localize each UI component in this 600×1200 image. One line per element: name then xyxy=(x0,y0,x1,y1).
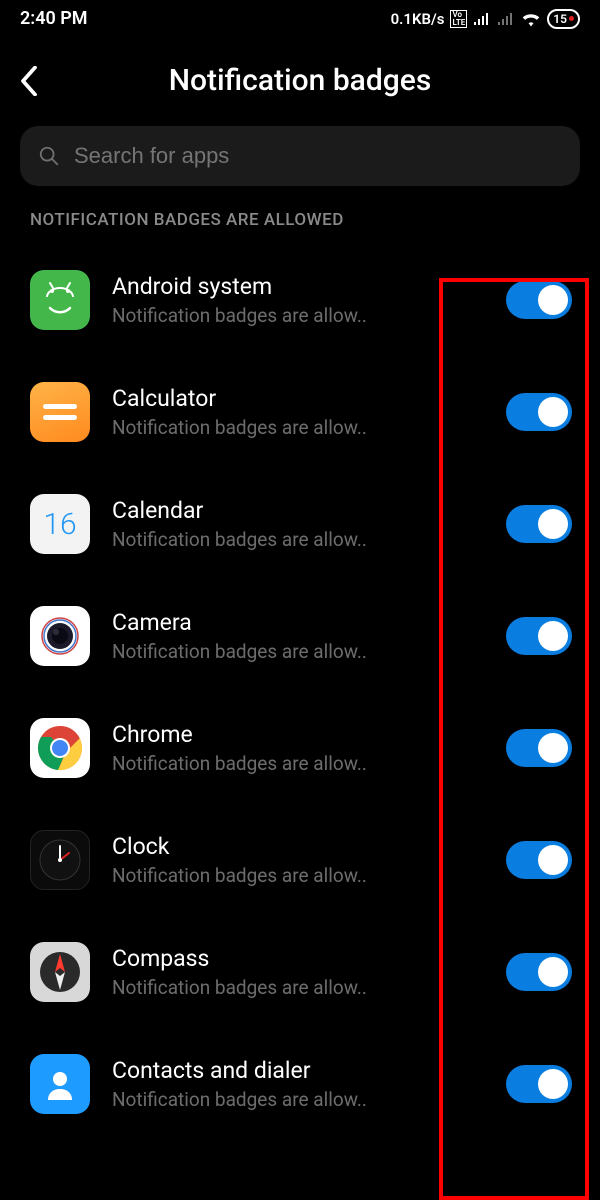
calculator-icon xyxy=(30,382,90,442)
status-time: 2:40 PM xyxy=(20,8,88,29)
list-item[interactable]: Camera Notification badges are allow.. xyxy=(0,580,600,692)
app-list: Android system Notification badges are a… xyxy=(0,244,600,1140)
app-subtitle: Notification badges are allow.. xyxy=(112,752,484,775)
compass-icon xyxy=(30,942,90,1002)
app-name: Camera xyxy=(112,609,484,636)
list-item[interactable]: Android system Notification badges are a… xyxy=(0,244,600,356)
calendar-date: 16 xyxy=(43,507,76,542)
app-subtitle: Notification badges are allow.. xyxy=(112,1088,484,1111)
chrome-icon xyxy=(30,718,90,778)
app-name: Chrome xyxy=(112,721,484,748)
toggle-switch[interactable] xyxy=(506,1065,572,1103)
app-subtitle: Notification badges are allow.. xyxy=(112,528,484,551)
calendar-icon: 16 xyxy=(30,494,90,554)
list-item[interactable]: Contacts and dialer Notification badges … xyxy=(0,1028,600,1140)
app-name: Calendar xyxy=(112,497,484,524)
list-item[interactable]: 16 Calendar Notification badges are allo… xyxy=(0,468,600,580)
app-name: Android system xyxy=(112,273,484,300)
toggle-switch[interactable] xyxy=(506,841,572,879)
list-item[interactable]: Chrome Notification badges are allow.. xyxy=(0,692,600,804)
status-bar: 2:40 PM 0.1KB/s VoLTE 15 xyxy=(0,0,600,33)
toggle-switch[interactable] xyxy=(506,505,572,543)
signal-2-icon xyxy=(497,12,515,26)
app-name: Calculator xyxy=(112,385,484,412)
clock-icon xyxy=(30,830,90,890)
status-net-speed: 0.1KB/s xyxy=(391,10,445,28)
toggle-switch[interactable] xyxy=(506,281,572,319)
app-subtitle: Notification badges are allow.. xyxy=(112,416,484,439)
page-title: Notification badges xyxy=(20,63,580,98)
list-item[interactable]: Compass Notification badges are allow.. xyxy=(0,916,600,1028)
battery-level: 15 xyxy=(553,12,567,26)
volte-icon: VoLTE xyxy=(450,10,467,28)
status-right: 0.1KB/s VoLTE 15 xyxy=(391,9,580,29)
list-item[interactable]: Calculator Notification badges are allow… xyxy=(0,356,600,468)
camera-icon xyxy=(30,606,90,666)
app-subtitle: Notification badges are allow.. xyxy=(112,304,484,327)
app-name: Clock xyxy=(112,833,484,860)
toggle-switch[interactable] xyxy=(506,393,572,431)
signal-icon xyxy=(473,12,491,26)
search-box[interactable] xyxy=(20,126,580,186)
search-input[interactable] xyxy=(74,143,562,169)
toggle-switch[interactable] xyxy=(506,729,572,767)
android-icon xyxy=(30,270,90,330)
app-subtitle: Notification badges are allow.. xyxy=(112,976,484,999)
app-subtitle: Notification badges are allow.. xyxy=(112,864,484,887)
battery-icon: 15 xyxy=(547,9,580,29)
toggle-switch[interactable] xyxy=(506,617,572,655)
section-label: NOTIFICATION BADGES ARE ALLOWED xyxy=(0,210,600,244)
contacts-icon xyxy=(30,1054,90,1114)
header: Notification badges xyxy=(0,33,600,118)
wifi-icon xyxy=(521,11,541,27)
search-icon xyxy=(38,145,60,167)
app-subtitle: Notification badges are allow.. xyxy=(112,640,484,663)
app-name: Contacts and dialer xyxy=(112,1057,484,1084)
app-name: Compass xyxy=(112,945,484,972)
list-item[interactable]: Clock Notification badges are allow.. xyxy=(0,804,600,916)
toggle-switch[interactable] xyxy=(506,953,572,991)
